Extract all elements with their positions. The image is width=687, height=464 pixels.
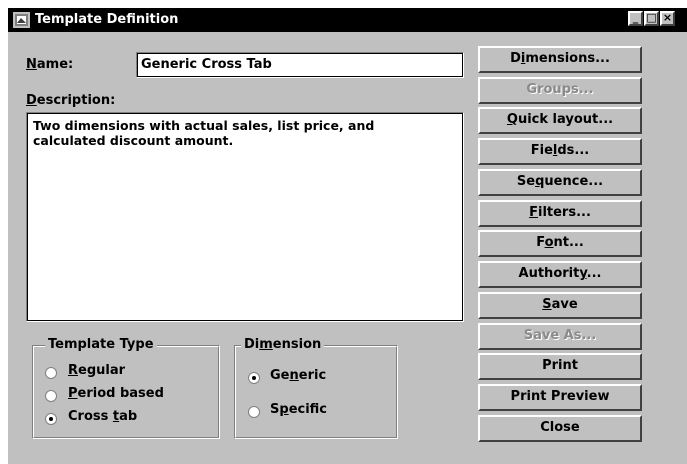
fields-button[interactable]: Fields...	[478, 138, 642, 165]
name-value: Generic Cross Tab	[141, 57, 272, 72]
description-label: Description:	[26, 93, 116, 108]
font-button[interactable]: Font...	[478, 230, 642, 257]
print-preview-button[interactable]: Print Preview	[478, 384, 642, 411]
sequence-button[interactable]: Sequence...	[478, 169, 642, 196]
description-line-1: Two dimensions with actual sales, list p…	[33, 118, 375, 133]
window-title: Template Definition	[35, 12, 179, 27]
cross-tab-label[interactable]: Cross tab	[68, 409, 137, 424]
cross-tab-radio[interactable]	[45, 413, 57, 425]
name-field[interactable]: Generic Cross Tab	[136, 52, 464, 78]
app-icon[interactable]	[13, 12, 30, 28]
period-based-label[interactable]: Period based	[68, 386, 164, 401]
authority-button[interactable]: Authority...	[478, 261, 642, 288]
specific-label[interactable]: Specific	[270, 402, 327, 417]
dimension-group	[234, 345, 398, 439]
generic-radio[interactable]	[248, 372, 260, 384]
print-button[interactable]: Print	[478, 353, 642, 380]
filters-button[interactable]: Filters...	[478, 200, 642, 227]
maximize-icon[interactable]: □	[644, 11, 659, 26]
dimensions-button[interactable]: Dimensions...	[478, 46, 642, 73]
close-button[interactable]: Close	[478, 415, 642, 442]
title-bar[interactable]: Template Definition _ □ ×	[8, 8, 687, 32]
save-button[interactable]: Save	[478, 292, 642, 319]
regular-radio[interactable]	[45, 367, 57, 379]
template-type-legend: Template Type	[45, 337, 157, 352]
period-based-radio[interactable]	[45, 390, 57, 402]
specific-radio[interactable]	[248, 406, 260, 418]
description-line-2: calculated discount amount.	[33, 133, 234, 148]
groups-button: Groups...	[478, 77, 642, 104]
close-icon[interactable]: ×	[660, 11, 675, 26]
regular-label[interactable]: Regular	[68, 363, 125, 378]
dimension-legend: Dimension	[241, 337, 325, 352]
description-field[interactable]: Two dimensions with actual sales, list p…	[26, 112, 464, 322]
minimize-icon[interactable]: _	[628, 11, 643, 26]
quick-layout-button[interactable]: Quick layout...	[478, 107, 642, 134]
save-as-button: Save As...	[478, 323, 642, 350]
generic-label[interactable]: Generic	[270, 368, 326, 383]
name-label: Name:	[26, 57, 74, 72]
template-definition-window: Template Definition _ □ × Name: Generic …	[8, 8, 687, 464]
